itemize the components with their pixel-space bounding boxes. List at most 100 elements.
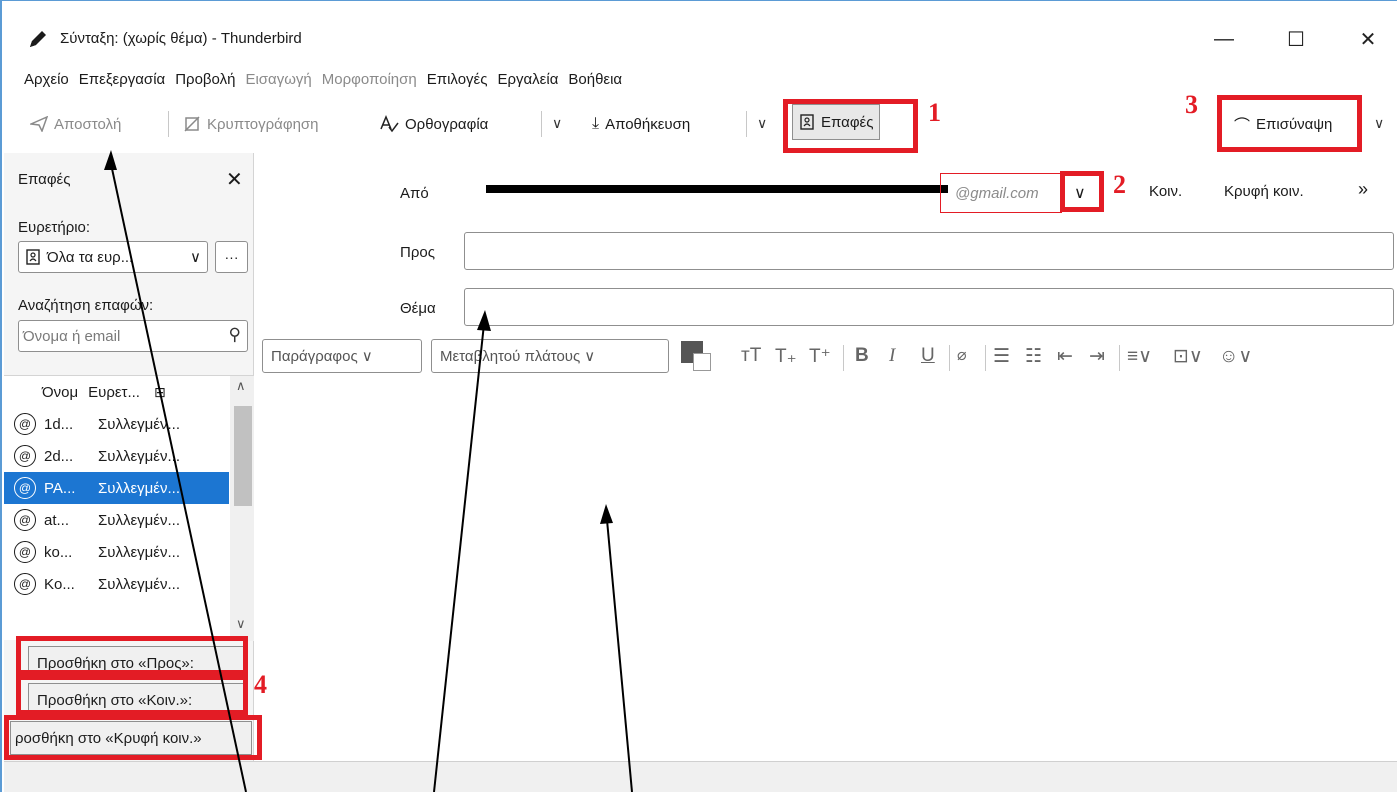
from-label: Από: [400, 185, 429, 202]
message-body-editor[interactable]: [257, 381, 1397, 761]
close-window-button[interactable]: ✕: [1348, 21, 1388, 57]
more-fields-icon[interactable]: »: [1358, 179, 1368, 200]
save-button[interactable]: ⤓ Αποθήκευση: [592, 109, 690, 139]
column-book[interactable]: Ευρετ...: [88, 384, 140, 401]
contact-row[interactable]: @ ko... Συλλεγμέν...: [4, 536, 229, 568]
encrypt-button[interactable]: Κρυπτογράφηση: [183, 109, 319, 139]
spelling-icon: [380, 115, 399, 133]
italic-icon[interactable]: I: [889, 345, 895, 367]
to-input[interactable]: [464, 232, 1394, 270]
emoji-icon[interactable]: ☺∨: [1219, 345, 1252, 368]
contact-search-input[interactable]: Όνομα ή email ⚲: [18, 320, 248, 352]
annotation-box-attach: [1217, 95, 1362, 152]
spelling-dropdown-chevron-icon[interactable]: ∨: [552, 115, 562, 132]
from-domain: @gmail.com: [955, 184, 1039, 202]
menu-bar: Αρχείο Επεξεργασία Προβολή Εισαγωγή Μορφ…: [2, 68, 630, 94]
from-address-redacted: [486, 185, 948, 193]
chevron-down-icon: ∨: [190, 249, 201, 266]
format-divider: [843, 345, 844, 371]
annotation-box-add-to: [16, 636, 248, 675]
indent-icon[interactable]: ⇥: [1089, 345, 1105, 368]
menu-view[interactable]: Προβολή: [173, 68, 241, 94]
font-smaller-icon[interactable]: ᴛT: [741, 345, 761, 367]
sidebar-close-icon[interactable]: ✕: [226, 167, 243, 192]
download-icon: ⤓: [592, 115, 600, 132]
subscript-icon[interactable]: T₊: [775, 345, 797, 368]
column-name[interactable]: Όνομ: [42, 384, 78, 401]
numbered-list-icon[interactable]: ☷: [1025, 345, 1042, 368]
align-icon[interactable]: ≡∨: [1127, 345, 1152, 368]
annotation-number-3: 3: [1185, 90, 1198, 119]
send-button[interactable]: Αποστολή: [30, 109, 121, 139]
save-label: Αποθήκευση: [605, 115, 691, 133]
toolbar-divider: [168, 111, 169, 137]
superscript-icon[interactable]: T⁺: [809, 345, 831, 368]
contact-row[interactable]: @ PA... Συλλεγμέν...: [4, 472, 229, 504]
font-select[interactable]: Μεταβλητού πλάτους ∨: [431, 339, 669, 373]
scroll-thumb[interactable]: [234, 406, 252, 506]
address-book-icon: [26, 249, 40, 265]
contact-row[interactable]: @ 1d... Συλλεγμέν...: [4, 408, 229, 440]
contact-row[interactable]: @ at... Συλλεγμέν...: [4, 504, 229, 536]
contacts-scrollbar[interactable]: ∧ ∨: [230, 376, 254, 641]
menu-format[interactable]: Μορφοποίηση: [320, 68, 423, 94]
search-label: Αναζήτηση επαφών:: [18, 297, 154, 314]
chevron-down-icon: ∨: [361, 348, 373, 365]
directory-select[interactable]: Όλα τα ευρ... ∨: [18, 241, 208, 273]
spelling-button[interactable]: Ορθογραφία: [379, 109, 488, 139]
contact-icon: @: [14, 477, 36, 499]
format-divider: [985, 345, 986, 371]
contact-icon: @: [14, 573, 36, 595]
format-toolbar: Παράγραφος ∨ Μεταβλητού πλάτους ∨ ᴛT T₊ …: [257, 337, 1397, 377]
window-title: Σύνταξη: (χωρίς θέμα) - Thunderbird: [60, 30, 302, 47]
chevron-down-icon: ∨: [584, 348, 596, 365]
save-dropdown-chevron-icon[interactable]: ∨: [757, 115, 767, 132]
from-identity-field[interactable]: @gmail.com: [940, 173, 1062, 213]
annotation-number-2: 2: [1113, 170, 1126, 199]
menu-file[interactable]: Αρχείο: [22, 68, 75, 94]
minimize-button[interactable]: —: [1204, 21, 1244, 57]
format-divider: [949, 345, 950, 371]
outdent-icon[interactable]: ⇤: [1057, 345, 1073, 368]
pencil-icon: [30, 31, 46, 47]
scroll-up-icon[interactable]: ∧: [236, 378, 246, 394]
menu-options[interactable]: Επιλογές: [425, 68, 494, 94]
subject-input[interactable]: [464, 288, 1394, 326]
search-placeholder: Όνομα ή email: [23, 327, 121, 345]
status-bar: [4, 761, 1397, 792]
scroll-down-icon[interactable]: ∨: [236, 616, 246, 632]
menu-help[interactable]: Βοήθεια: [566, 68, 628, 94]
spelling-label: Ορθογραφία: [405, 115, 489, 133]
column-picker-icon[interactable]: ⊞: [154, 384, 166, 401]
contact-icon: @: [14, 509, 36, 531]
contact-row[interactable]: @ 2d... Συλλεγμέν...: [4, 440, 229, 472]
directory-more-button[interactable]: ···: [215, 241, 248, 273]
insert-image-icon[interactable]: ⊡∨: [1173, 345, 1203, 368]
subject-label: Θέμα: [400, 300, 436, 317]
bullet-list-icon[interactable]: ☰: [993, 345, 1010, 368]
annotation-box-contacts: [783, 99, 918, 153]
format-divider: [1119, 345, 1120, 371]
encrypt-icon: [184, 116, 200, 132]
paragraph-format-select[interactable]: Παράγραφος ∨: [262, 339, 422, 373]
sidebar-title: Επαφές: [18, 171, 71, 188]
add-bcc-link[interactable]: Κρυφή κοιν.: [1224, 183, 1304, 200]
underline-icon[interactable]: U: [921, 345, 935, 367]
clear-format-icon[interactable]: ⌀: [957, 345, 967, 365]
attach-dropdown-chevron-icon[interactable]: ∨: [1374, 115, 1384, 132]
bold-icon[interactable]: B: [855, 345, 869, 367]
add-cc-link[interactable]: Κοιν.: [1149, 183, 1182, 200]
contact-row[interactable]: @ Ko... Συλλεγμέν...: [4, 568, 229, 600]
menu-edit[interactable]: Επεξεργασία: [77, 68, 171, 94]
toolbar-divider: [541, 111, 542, 137]
search-icon: ⚲: [228, 325, 241, 344]
maximize-button[interactable]: ☐: [1276, 21, 1316, 57]
menu-insert[interactable]: Εισαγωγή: [243, 68, 317, 94]
toolbar-divider: [746, 111, 747, 137]
annotation-box-add-bcc: [4, 715, 262, 760]
encrypt-label: Κρυπτογράφηση: [207, 115, 319, 133]
background-color-icon[interactable]: [693, 353, 711, 371]
directory-value: Όλα τα ευρ...: [47, 248, 134, 266]
send-icon: [30, 116, 48, 132]
menu-tools[interactable]: Εργαλεία: [495, 68, 564, 94]
